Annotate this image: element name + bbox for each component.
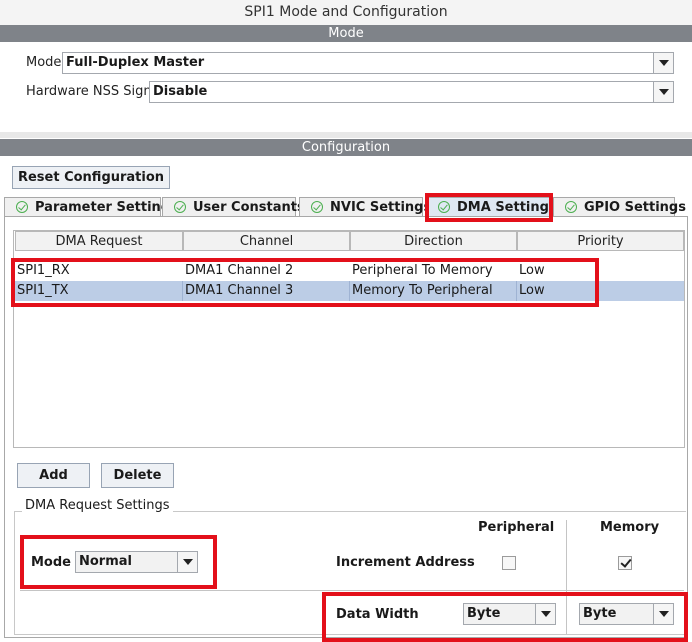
mode-label: Mode — [26, 55, 62, 70]
highlight-box-mode — [20, 535, 217, 589]
highlight-box-dma-tab — [425, 193, 553, 222]
delete-button[interactable]: Delete — [101, 463, 174, 488]
tab-label: Parameter Settings — [35, 200, 178, 215]
highlight-box-dma-rows — [11, 258, 599, 307]
check-circle-icon — [16, 201, 28, 213]
section-divider — [0, 132, 692, 138]
mode-select-value: Full-Duplex Master — [66, 55, 205, 70]
increment-peripheral-checkbox[interactable] — [502, 556, 516, 570]
dma-request-settings-legend: DMA Request Settings — [22, 498, 173, 513]
nss-select-value: Disable — [153, 84, 208, 99]
mode-section-header: Mode — [0, 25, 692, 42]
configuration-section-header: Configuration — [0, 139, 692, 156]
column-header-channel[interactable]: Channel — [183, 231, 350, 251]
mode-select[interactable]: Full-Duplex Master — [62, 52, 674, 74]
nss-select[interactable]: Disable — [149, 81, 674, 103]
reset-configuration-button[interactable]: Reset Configuration — [12, 166, 170, 189]
tab-parameter-settings[interactable]: Parameter Settings — [4, 197, 178, 217]
tab-user-constants[interactable]: User Constants — [162, 197, 305, 217]
increment-memory-checkbox[interactable] — [618, 556, 632, 570]
row-divider — [20, 590, 684, 591]
check-circle-icon — [565, 201, 577, 213]
tab-nvic-settings[interactable]: NVIC Settings — [299, 197, 431, 217]
chevron-down-icon[interactable] — [653, 82, 673, 102]
highlight-box-data-width — [322, 592, 688, 642]
peripheral-header: Peripheral — [478, 520, 555, 535]
tab-label: GPIO Settings — [584, 200, 686, 215]
column-header-direction[interactable]: Direction — [350, 231, 517, 251]
tab-label: User Constants — [193, 200, 305, 215]
tab-label: NVIC Settings — [330, 200, 432, 215]
add-button[interactable]: Add — [17, 463, 90, 488]
check-circle-icon — [311, 201, 323, 213]
nss-label: Hardware NSS Signal — [26, 84, 164, 99]
check-circle-icon — [174, 201, 186, 213]
memory-header: Memory — [600, 520, 660, 535]
tab-gpio-settings[interactable]: GPIO Settings — [553, 197, 686, 217]
column-header-priority[interactable]: Priority — [517, 231, 684, 251]
column-header-dma-request[interactable]: DMA Request — [15, 231, 183, 251]
increment-address-label: Increment Address — [336, 555, 475, 570]
chevron-down-icon[interactable] — [653, 53, 673, 73]
window-title: SPI1 Mode and Configuration — [0, 0, 692, 25]
